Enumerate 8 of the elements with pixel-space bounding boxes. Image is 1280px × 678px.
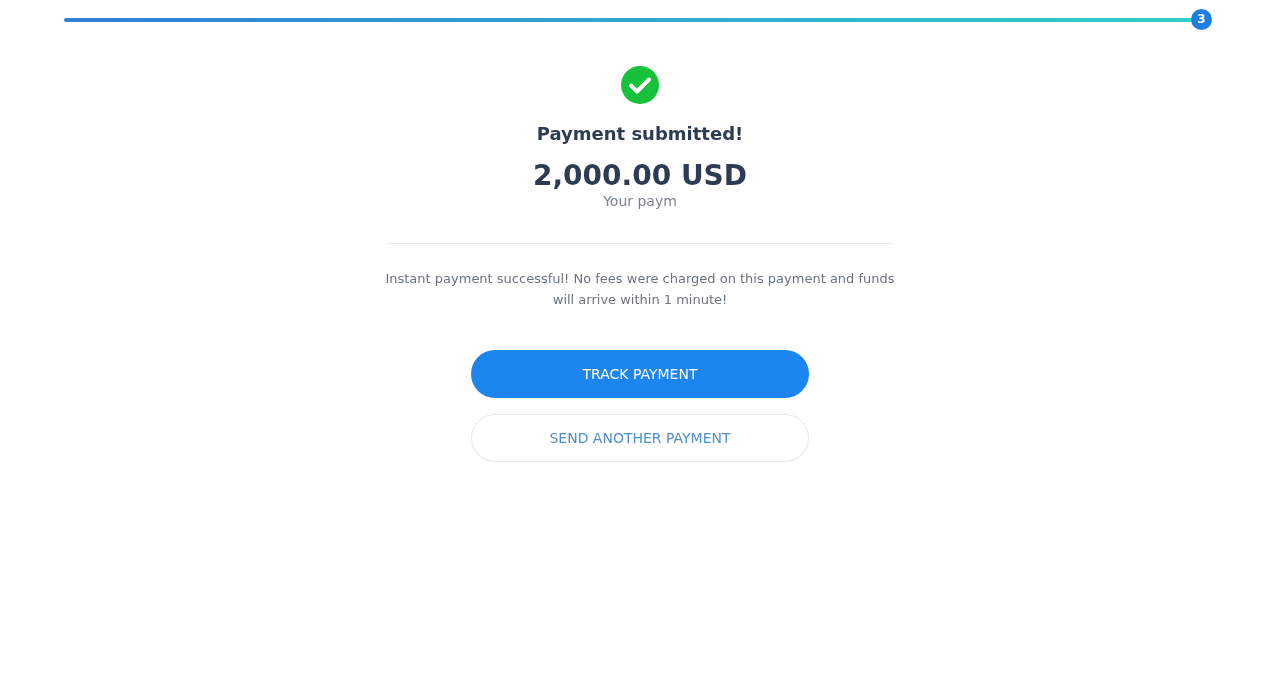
status-title: Payment submitted! xyxy=(536,122,744,146)
step-badge: 3 xyxy=(1191,9,1212,30)
send-payment-button[interactable]: SEND ANOTHER PAYMENT xyxy=(471,414,809,462)
track-payment-button[interactable]: TRACK PAYMENT xyxy=(471,350,809,398)
info-message: Instant payment successful! No fees were charged on this payment and funds will arrive within 1 minute! xyxy=(385,270,895,309)
payment-amount: 2,000.00 USD xyxy=(532,158,748,194)
check-icon xyxy=(621,66,659,104)
payment-detail: Your paym xyxy=(603,193,677,209)
